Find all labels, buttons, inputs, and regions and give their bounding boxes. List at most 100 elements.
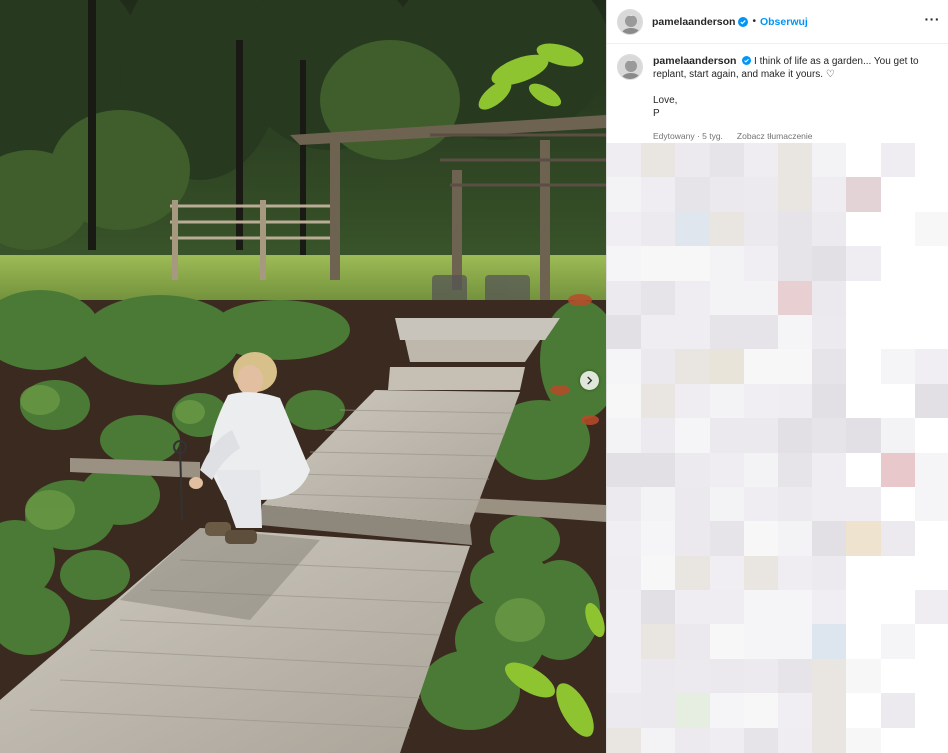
- pixel-block: [709, 624, 744, 659]
- carousel-next-button[interactable]: [580, 371, 599, 390]
- pixel-block: [675, 246, 710, 281]
- pixel-block: [914, 211, 948, 247]
- pixel-block: [914, 555, 948, 591]
- pixel-block: [709, 280, 744, 315]
- pixel-block: [812, 658, 847, 694]
- pixel-block: [709, 555, 744, 591]
- pixel-block: [812, 727, 847, 753]
- pixel-block: [914, 280, 948, 315]
- more-horizontal-icon[interactable]: ···: [925, 12, 941, 30]
- pixel-block: [743, 486, 778, 522]
- pixel-block: [914, 349, 948, 384]
- pixel-block: [777, 383, 813, 419]
- pixel-block: [846, 280, 881, 315]
- pixel-block: [641, 521, 676, 556]
- pixel-block: [846, 246, 881, 281]
- avatar[interactable]: [617, 8, 643, 35]
- pixel-block: [777, 246, 813, 281]
- pixel-block: [641, 693, 676, 728]
- pixel-block: [607, 143, 642, 178]
- pixel-block: [675, 658, 710, 694]
- post-side-panel: pamelaanderson • Obserwuj ··· pamelaande…: [606, 0, 948, 753]
- pixel-block: [880, 727, 915, 753]
- caption-username[interactable]: pamelaanderson: [653, 55, 736, 67]
- pixel-block: [743, 590, 778, 625]
- pixel-block: [709, 418, 744, 453]
- pixel-block: [880, 349, 915, 384]
- pixel-block: [607, 418, 642, 453]
- pixel-block: [880, 383, 915, 419]
- pixel-block: [777, 727, 813, 753]
- pixel-block: [743, 177, 778, 212]
- pixel-block: [846, 590, 881, 625]
- pixel-block: [812, 590, 847, 625]
- pixelated-comments-area: [607, 143, 948, 753]
- pixel-block: [812, 383, 847, 419]
- pixel-block: [777, 658, 813, 694]
- pixel-block: [846, 521, 881, 556]
- pixel-block: [777, 349, 813, 384]
- pixel-block: [675, 452, 710, 487]
- pixel-block: [641, 555, 676, 591]
- pixel-block: [607, 383, 642, 419]
- pixel-block: [812, 177, 847, 212]
- pixel-block: [675, 143, 710, 178]
- pixel-block: [846, 555, 881, 591]
- pixel-block: [709, 177, 744, 212]
- pixel-block: [743, 521, 778, 556]
- pixel-block: [641, 452, 676, 487]
- pixel-block: [743, 555, 778, 591]
- pixel-block: [743, 246, 778, 281]
- pixel-block: [777, 143, 813, 178]
- pixel-block: [607, 314, 642, 350]
- caption-avatar[interactable]: [617, 54, 643, 80]
- pixel-block: [812, 521, 847, 556]
- pixel-block: [846, 211, 881, 247]
- pixel-block: [846, 452, 881, 487]
- pixel-block: [607, 452, 642, 487]
- pixel-block: [675, 177, 710, 212]
- pixel-block: [880, 143, 915, 178]
- follow-button[interactable]: Obserwuj: [760, 16, 808, 28]
- pixel-block: [709, 693, 744, 728]
- pixel-block: [675, 314, 710, 350]
- pixel-block: [846, 658, 881, 694]
- pixel-block: [914, 521, 948, 556]
- pixel-block: [607, 555, 642, 591]
- pixel-block: [812, 555, 847, 591]
- pixel-block: [607, 693, 642, 728]
- pixel-block: [641, 383, 676, 419]
- pixel-block: [880, 246, 915, 281]
- verified-badge-icon: [738, 16, 749, 27]
- pixel-block: [709, 590, 744, 625]
- pixel-block: [846, 624, 881, 659]
- pixel-block: [641, 177, 676, 212]
- pixel-block: [914, 177, 948, 212]
- post-photo[interactable]: [0, 0, 606, 753]
- pixel-block: [641, 727, 676, 753]
- pixel-block: [880, 521, 915, 556]
- pixel-block: [675, 727, 710, 753]
- pixel-block: [743, 349, 778, 384]
- pixel-block: [607, 521, 642, 556]
- pixel-block: [812, 418, 847, 453]
- pixel-block: [641, 211, 676, 247]
- pixel-block: [743, 452, 778, 487]
- pixel-block: [880, 314, 915, 350]
- pixel-block: [743, 143, 778, 178]
- pixel-block: [641, 314, 676, 350]
- chevron-right-icon: [587, 376, 593, 385]
- pixel-block: [709, 727, 744, 753]
- pixel-block: [812, 314, 847, 350]
- pixel-block: [880, 658, 915, 694]
- see-translation-link[interactable]: Zobacz tłumaczenie: [737, 130, 813, 143]
- pixel-block: [880, 211, 915, 247]
- pixel-block: [743, 693, 778, 728]
- pixel-block: [641, 349, 676, 384]
- pixel-block: [675, 555, 710, 591]
- pixel-block: [641, 486, 676, 522]
- pixel-block: [709, 521, 744, 556]
- username-link[interactable]: pamelaanderson: [652, 16, 735, 28]
- pixel-block: [777, 211, 813, 247]
- pixel-block: [607, 246, 642, 281]
